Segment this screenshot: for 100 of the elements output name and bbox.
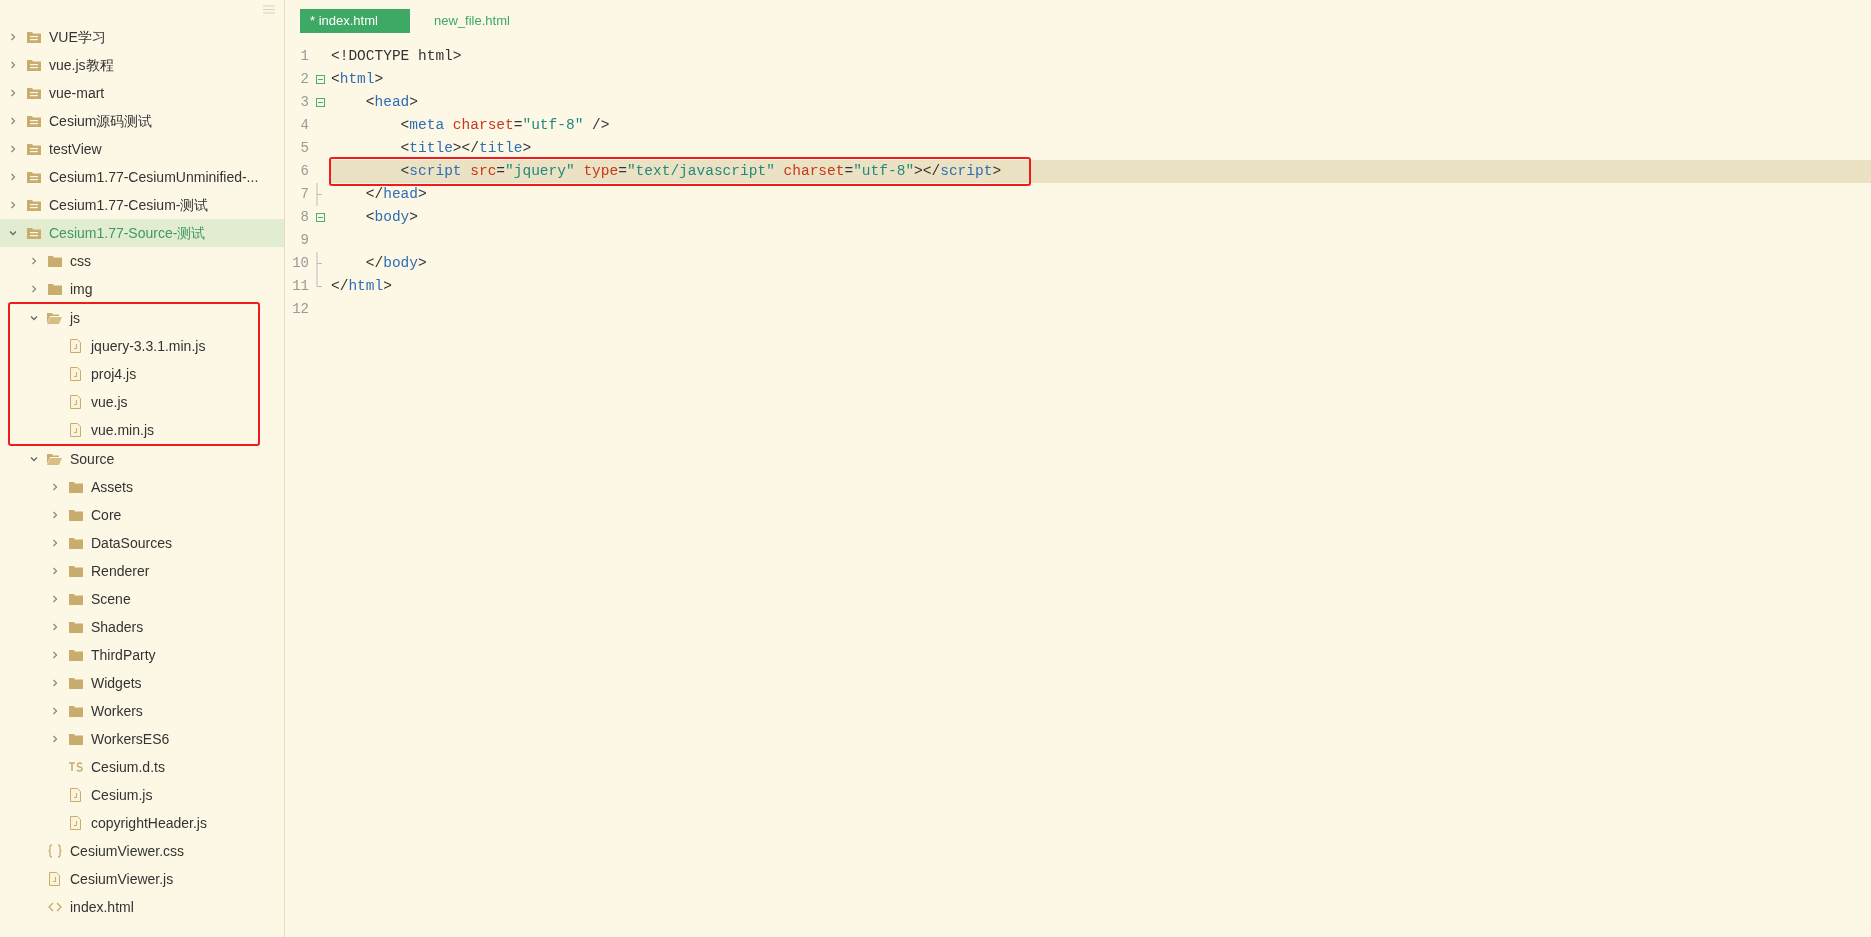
tree-item[interactable]: WorkersES6 xyxy=(0,725,284,753)
chevron-right-icon[interactable] xyxy=(50,678,60,688)
chevron-right-icon[interactable] xyxy=(50,538,60,548)
tree-item[interactable]: vue-mart xyxy=(0,79,284,107)
tree-item[interactable]: CesiumViewer.css xyxy=(0,837,284,865)
folder-document-icon xyxy=(26,171,41,183)
folder-icon xyxy=(68,481,83,493)
file-icon xyxy=(70,788,81,802)
chevron-right-icon[interactable] xyxy=(8,144,18,154)
tree-item[interactable]: Cesium.d.ts xyxy=(0,753,284,781)
code-line: </body> xyxy=(364,253,427,273)
chevron-right-icon[interactable] xyxy=(8,60,18,70)
line-number: 2 xyxy=(299,70,309,89)
tree-item[interactable]: jquery-3.3.1.min.js xyxy=(0,332,258,360)
tree-item[interactable]: copyrightHeader.js xyxy=(0,809,284,837)
tree-item[interactable]: vue.js教程 xyxy=(0,51,284,79)
chevron-right-icon[interactable] xyxy=(29,256,39,266)
folder-document-icon xyxy=(26,31,41,43)
code-line: <!DOCTYPE html> xyxy=(331,46,462,66)
chevron-right-icon[interactable] xyxy=(50,594,60,604)
chevron-right-icon[interactable] xyxy=(50,734,60,744)
folder-icon xyxy=(68,621,83,633)
tree-item[interactable]: proj4.js xyxy=(0,360,258,388)
tree-item[interactable]: Cesium1.77-CesiumUnminified-... xyxy=(0,163,284,191)
code-line: <script src="jquery" type="text/javascript" charset="utf-8"></script> xyxy=(399,162,1002,179)
line-number: 10 xyxy=(291,254,309,273)
tree-item[interactable]: Source xyxy=(0,445,284,473)
file-icon xyxy=(70,367,81,381)
tree-item[interactable]: Shaders xyxy=(0,613,284,641)
open-folder-icon xyxy=(47,453,62,465)
chevron-right-icon[interactable] xyxy=(50,566,60,576)
fold-toggle-icon[interactable] xyxy=(315,213,325,222)
chevron-down-icon[interactable] xyxy=(29,454,39,464)
chevron-right-icon[interactable] xyxy=(50,650,60,660)
line-number: 9 xyxy=(299,231,309,250)
tree-item[interactable]: vue.js xyxy=(0,388,258,416)
chevron-right-icon[interactable] xyxy=(50,706,60,716)
code-line: </html> xyxy=(331,276,392,296)
line-number: 11 xyxy=(291,277,309,296)
folder-icon xyxy=(68,705,83,717)
folder-icon xyxy=(68,593,83,605)
file-icon xyxy=(70,395,81,409)
chevron-right-icon[interactable] xyxy=(50,482,60,492)
tree-item[interactable]: Widgets xyxy=(0,669,284,697)
chevron-right-icon[interactable] xyxy=(50,510,60,520)
tree-item[interactable]: Renderer xyxy=(0,557,284,585)
tree-item[interactable]: ThirdParty xyxy=(0,641,284,669)
tree-item[interactable]: Workers xyxy=(0,697,284,725)
folder-icon xyxy=(68,677,83,689)
chevron-down-icon[interactable] xyxy=(29,313,39,323)
chevron-down-icon[interactable] xyxy=(8,228,18,238)
chevron-right-icon[interactable] xyxy=(29,284,39,294)
code-line: <meta charset="utf-8" /> xyxy=(399,115,610,135)
tree-item[interactable]: testView xyxy=(0,135,284,163)
folder-document-icon xyxy=(26,199,41,211)
tree-item[interactable]: img xyxy=(0,275,284,303)
braces-icon xyxy=(47,844,62,858)
tree-item[interactable]: js xyxy=(0,304,258,332)
chevron-right-icon[interactable] xyxy=(8,200,18,210)
code-brackets-icon xyxy=(47,902,62,912)
tree-item[interactable]: CesiumViewer.js xyxy=(0,865,284,893)
fold-toggle-icon[interactable] xyxy=(315,75,325,84)
line-number: 5 xyxy=(299,139,309,158)
line-number: 7 xyxy=(299,185,309,204)
menu-icon[interactable] xyxy=(263,5,275,14)
code-line: <html> xyxy=(331,69,384,89)
folder-icon xyxy=(47,255,62,267)
tree-item[interactable]: index.html xyxy=(0,893,284,921)
folder-document-icon xyxy=(26,59,41,71)
chevron-right-icon[interactable] xyxy=(50,622,60,632)
fold-toggle-icon[interactable] xyxy=(315,98,325,107)
folder-document-icon xyxy=(26,115,41,127)
tree-item[interactable]: DataSources xyxy=(0,529,284,557)
file-icon xyxy=(70,339,81,353)
line-number: 1 xyxy=(299,47,309,66)
tree-item[interactable]: css xyxy=(0,247,284,275)
file-icon xyxy=(70,816,81,830)
folder-document-icon xyxy=(26,87,41,99)
typescript-file-icon xyxy=(68,762,83,772)
line-number: 12 xyxy=(291,300,309,319)
tree-item[interactable]: Cesium.js xyxy=(0,781,284,809)
chevron-right-icon[interactable] xyxy=(8,32,18,42)
file-icon xyxy=(70,423,81,437)
code-line: </head> xyxy=(364,184,427,204)
chevron-right-icon[interactable] xyxy=(8,116,18,126)
folder-icon xyxy=(68,565,83,577)
code-line: <body> xyxy=(364,207,419,227)
tree-item[interactable]: vue.min.js xyxy=(0,416,258,444)
tree-item[interactable]: Core xyxy=(0,501,284,529)
chevron-right-icon[interactable] xyxy=(8,88,18,98)
tree-item[interactable]: Cesium1.77-Cesium-测试 xyxy=(0,191,284,219)
tree-item[interactable]: VUE学习 xyxy=(0,23,284,51)
folder-document-icon xyxy=(26,227,41,239)
line-number: 3 xyxy=(299,93,309,112)
tree-item[interactable]: Scene xyxy=(0,585,284,613)
tree-item[interactable]: Cesium源码测试 xyxy=(0,107,284,135)
line-number: 8 xyxy=(299,208,309,227)
tree-item[interactable]: Assets xyxy=(0,473,284,501)
chevron-right-icon[interactable] xyxy=(8,172,18,182)
folder-icon xyxy=(68,537,83,549)
